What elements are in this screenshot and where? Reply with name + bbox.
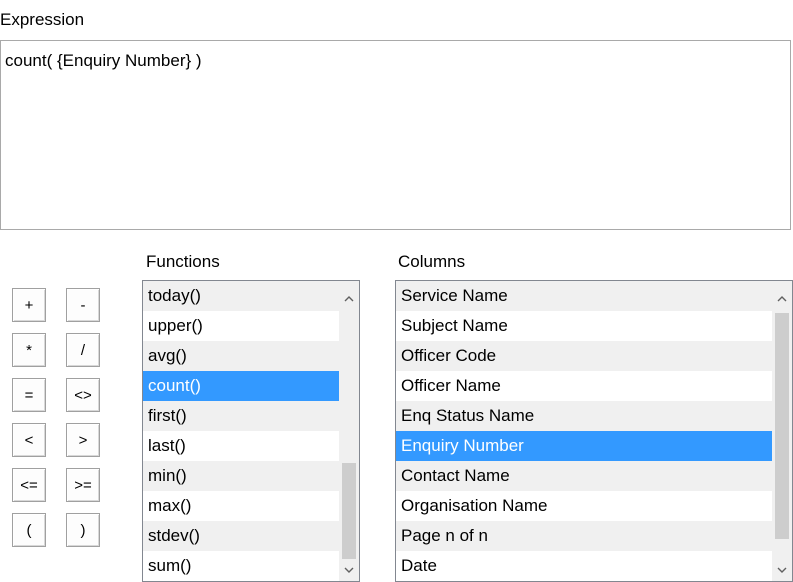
function-list-item[interactable]: min() [143, 461, 340, 491]
columns-label: Columns [398, 252, 466, 271]
expression-input[interactable]: count( {Enquiry Number} ) [0, 40, 791, 230]
column-list-item[interactable]: Service Name [396, 281, 773, 311]
open-paren-button[interactable]: ( [12, 513, 46, 547]
column-list-item[interactable]: Officer Code [396, 341, 773, 371]
function-list-item[interactable]: max() [143, 491, 340, 521]
expression-text: count( {Enquiry Number} ) [5, 51, 202, 70]
column-list-item[interactable]: Subject Name [396, 311, 773, 341]
multiply-button[interactable]: * [12, 333, 46, 367]
less-than-button[interactable]: < [12, 423, 46, 457]
function-list-item[interactable]: stdev() [143, 521, 340, 551]
columns-scroll-thumb[interactable] [775, 313, 789, 539]
minus-button[interactable]: - [66, 288, 100, 322]
chevron-up-icon[interactable] [772, 287, 792, 309]
less-equal-button[interactable]: <= [12, 468, 46, 502]
not-equal-button[interactable]: <> [66, 378, 100, 412]
function-list-item[interactable]: last() [143, 431, 340, 461]
plus-button[interactable]: + [12, 288, 46, 322]
functions-listbox[interactable]: today() upper() avg() count() first() last() m… [142, 280, 360, 582]
column-list-item[interactable]: Enquiry Number [396, 431, 773, 461]
function-list-item[interactable]: upper() [143, 311, 340, 341]
column-list-item[interactable]: Page n of n [396, 521, 773, 551]
function-list-item[interactable]: avg() [143, 341, 340, 371]
function-list-item[interactable]: count() [143, 371, 340, 401]
close-paren-button[interactable]: ) [66, 513, 100, 547]
column-list-item[interactable]: Contact Name [396, 461, 773, 491]
column-list-item[interactable]: Date [396, 551, 773, 581]
equals-button[interactable]: = [12, 378, 46, 412]
function-list-item[interactable]: sum() [143, 551, 340, 581]
chevron-up-icon[interactable] [339, 287, 359, 309]
function-list-item[interactable]: first() [143, 401, 340, 431]
function-list-item[interactable]: today() [143, 281, 340, 311]
chevron-down-icon[interactable] [339, 559, 359, 581]
functions-scrollbar[interactable] [339, 281, 359, 581]
greater-than-button[interactable]: > [66, 423, 100, 457]
column-list-item[interactable]: Officer Name [396, 371, 773, 401]
column-list-item[interactable]: Organisation Name [396, 491, 773, 521]
divide-button[interactable]: / [66, 333, 100, 367]
columns-listbox[interactable]: Service Name Subject Name Officer Code Offi… [395, 280, 793, 582]
functions-label: Functions [146, 252, 220, 271]
columns-scrollbar[interactable] [772, 281, 792, 581]
greater-equal-button[interactable]: >= [66, 468, 100, 502]
functions-scroll-thumb[interactable] [342, 463, 356, 559]
chevron-down-icon[interactable] [772, 559, 792, 581]
column-list-item[interactable]: Enq Status Name [396, 401, 773, 431]
expression-label: Expression [0, 10, 85, 29]
